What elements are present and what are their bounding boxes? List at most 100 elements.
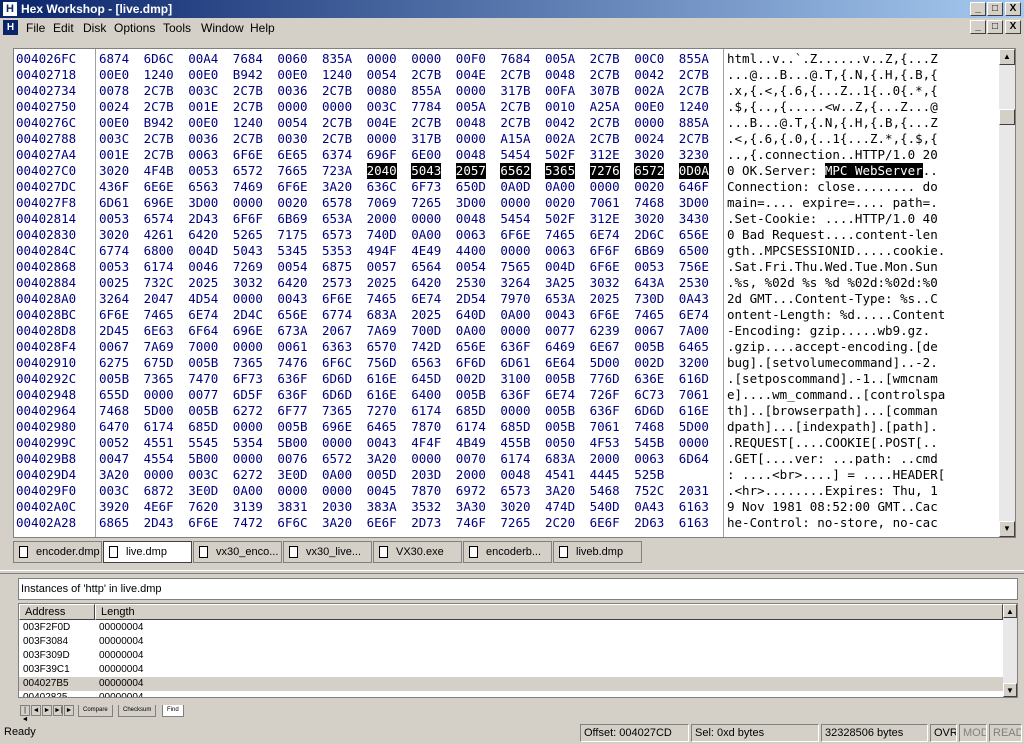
- hex-word[interactable]: 6E74: [590, 227, 620, 243]
- table-row[interactable]: 003F309D 00000004: [19, 649, 1004, 663]
- hex-word[interactable]: 7265: [411, 195, 441, 211]
- hex-word[interactable]: 545B: [634, 435, 664, 451]
- list-scroll-up-button[interactable]: ▲: [1003, 604, 1017, 618]
- hex-row[interactable]: 004028F4 0067 7A69 7000 0000 0061 6363 6570 742D…: [14, 339, 999, 355]
- document-icon[interactable]: H: [3, 20, 18, 35]
- hex-word[interactable]: 742D: [411, 339, 441, 355]
- hex-word[interactable]: 640D: [456, 307, 486, 323]
- hex-word[interactable]: 0046: [188, 259, 218, 275]
- hex-word[interactable]: 6774: [322, 307, 352, 323]
- hex-word[interactable]: 0053: [188, 163, 218, 179]
- hex-word[interactable]: 0036: [188, 131, 218, 147]
- hex-word[interactable]: 3020: [500, 499, 530, 515]
- hex-word[interactable]: 885A: [679, 115, 709, 131]
- hex-word[interactable]: 696E: [144, 195, 174, 211]
- hex-row[interactable]: 004027C0 3020 4F4B 0053 6572 7665 723A 2040 5043…: [14, 163, 999, 179]
- hex-word[interactable]: 3020: [99, 227, 129, 243]
- hex-word[interactable]: 4D54: [188, 291, 218, 307]
- hex-word[interactable]: 003C: [188, 83, 218, 99]
- hex-row[interactable]: 004029D4 3A20 0000 003C 6272 3E0D 0A00 005D 203D…: [14, 467, 999, 483]
- hex-word[interactable]: 0000: [500, 323, 530, 339]
- hex-word[interactable]: 2C7B: [590, 67, 620, 83]
- hex-word[interactable]: 2C7B: [144, 99, 174, 115]
- hex-word[interactable]: 6F6C: [322, 355, 352, 371]
- hex-word[interactable]: 5265: [233, 227, 263, 243]
- hex-word[interactable]: 2C7B: [233, 83, 263, 99]
- hex-word[interactable]: 0000: [144, 387, 174, 403]
- hex-word[interactable]: 0000: [277, 483, 307, 499]
- hex-word[interactable]: 7061: [679, 387, 709, 403]
- hex-word[interactable]: 2030: [322, 499, 352, 515]
- hex-word[interactable]: 3A25: [545, 275, 575, 291]
- hex-word[interactable]: 3020: [634, 211, 664, 227]
- hex-word[interactable]: 2D6C: [634, 227, 664, 243]
- hex-word[interactable]: 0078: [99, 83, 129, 99]
- hex-word[interactable]: 0043: [367, 435, 397, 451]
- hex-row[interactable]: 004029B8 0047 4554 5B00 0000 0076 6572 3A20 0000…: [14, 451, 999, 467]
- hex-word[interactable]: 7870: [411, 483, 441, 499]
- hex-row[interactable]: 004028D8 2D45 6E63 6F64 696E 673A 2067 7A69 700D…: [14, 323, 999, 339]
- hex-word[interactable]: 00E0: [188, 115, 218, 131]
- hex-word[interactable]: 5545: [188, 435, 218, 451]
- hex-word[interactable]: 6E74: [545, 387, 575, 403]
- hex-word[interactable]: 3020: [634, 147, 664, 163]
- hex-word[interactable]: 0D0A: [678, 163, 709, 179]
- hex-row[interactable]: 0040276C 00E0 B942 00E0 1240 0054 2C7B 004E 2C7B…: [14, 115, 999, 131]
- hex-word[interactable]: 6800: [144, 243, 174, 259]
- hex-word[interactable]: 0043: [277, 291, 307, 307]
- hex-word[interactable]: 2000: [456, 467, 486, 483]
- hex-word[interactable]: 6562: [500, 163, 531, 179]
- hex-word[interactable]: 2C7B: [322, 83, 352, 99]
- hex-word[interactable]: 4F4B: [144, 163, 174, 179]
- hex-word[interactable]: 4E6F: [144, 499, 174, 515]
- hex-word[interactable]: 203D: [411, 467, 441, 483]
- hex-word[interactable]: 0070: [456, 451, 486, 467]
- hex-word[interactable]: 3A20: [322, 515, 352, 531]
- hex-word[interactable]: 3D00: [679, 195, 709, 211]
- row-ascii[interactable]: e]....wm_command..[controlspa: [727, 387, 945, 403]
- hex-word[interactable]: 653A: [322, 211, 352, 227]
- hex-word[interactable]: 1240: [233, 115, 263, 131]
- hex-word[interactable]: 5D00: [590, 355, 620, 371]
- hex-word[interactable]: 6E74: [188, 307, 218, 323]
- hex-word[interactable]: 6272: [233, 403, 263, 419]
- hex-word[interactable]: 4445: [590, 467, 620, 483]
- hex-word[interactable]: 6E65: [277, 147, 307, 163]
- hex-word[interactable]: 7784: [411, 99, 441, 115]
- hex-word[interactable]: 004D: [545, 259, 575, 275]
- hex-word[interactable]: 646F: [679, 179, 709, 195]
- hex-word[interactable]: 6564: [411, 259, 441, 275]
- hex-word[interactable]: 0000: [322, 435, 352, 451]
- hex-editor[interactable]: 004026FC 6874 6D6C 00A4 7684 0060 835A 0000 0000…: [13, 48, 1016, 538]
- hex-word[interactable]: 3A20: [545, 483, 575, 499]
- hex-word[interactable]: 6500: [679, 243, 709, 259]
- hex-word[interactable]: 6163: [679, 515, 709, 531]
- hex-word[interactable]: 6573: [500, 483, 530, 499]
- hex-word[interactable]: 2C7B: [411, 67, 441, 83]
- hex-word[interactable]: 0061: [277, 339, 307, 355]
- hex-word[interactable]: 3020: [99, 163, 129, 179]
- hex-word[interactable]: 0047: [99, 451, 129, 467]
- hex-word[interactable]: 2530: [456, 275, 486, 291]
- hex-word[interactable]: 6E63: [144, 323, 174, 339]
- hex-word[interactable]: 7565: [500, 259, 530, 275]
- hex-word[interactable]: 383A: [367, 499, 397, 515]
- next-sheet-button[interactable]: ►: [42, 705, 52, 716]
- scroll-up-button[interactable]: ▲: [999, 49, 1015, 65]
- sheet-tab-checksum[interactable]: Checksum: [118, 705, 157, 717]
- hex-word[interactable]: 0000: [233, 339, 263, 355]
- hex-word[interactable]: 2C7B: [411, 115, 441, 131]
- hex-word[interactable]: A25A: [590, 99, 620, 115]
- hex-word[interactable]: 6563: [188, 179, 218, 195]
- hex-word[interactable]: 3D00: [456, 195, 486, 211]
- hex-word[interactable]: 4400: [456, 243, 486, 259]
- hex-word[interactable]: 3264: [99, 291, 129, 307]
- row-ascii[interactable]: html..v..`.Z......v..Z,{...Z: [727, 51, 938, 67]
- hex-word[interactable]: 6F64: [188, 323, 218, 339]
- hex-word[interactable]: 7365: [144, 371, 174, 387]
- row-ascii[interactable]: .[setposcommand].-1..[wmcnam: [727, 371, 938, 387]
- hex-word[interactable]: 0000: [411, 211, 441, 227]
- hex-word[interactable]: 0030: [277, 131, 307, 147]
- hex-word[interactable]: 001E: [99, 147, 129, 163]
- hex-word[interactable]: 3032: [233, 275, 263, 291]
